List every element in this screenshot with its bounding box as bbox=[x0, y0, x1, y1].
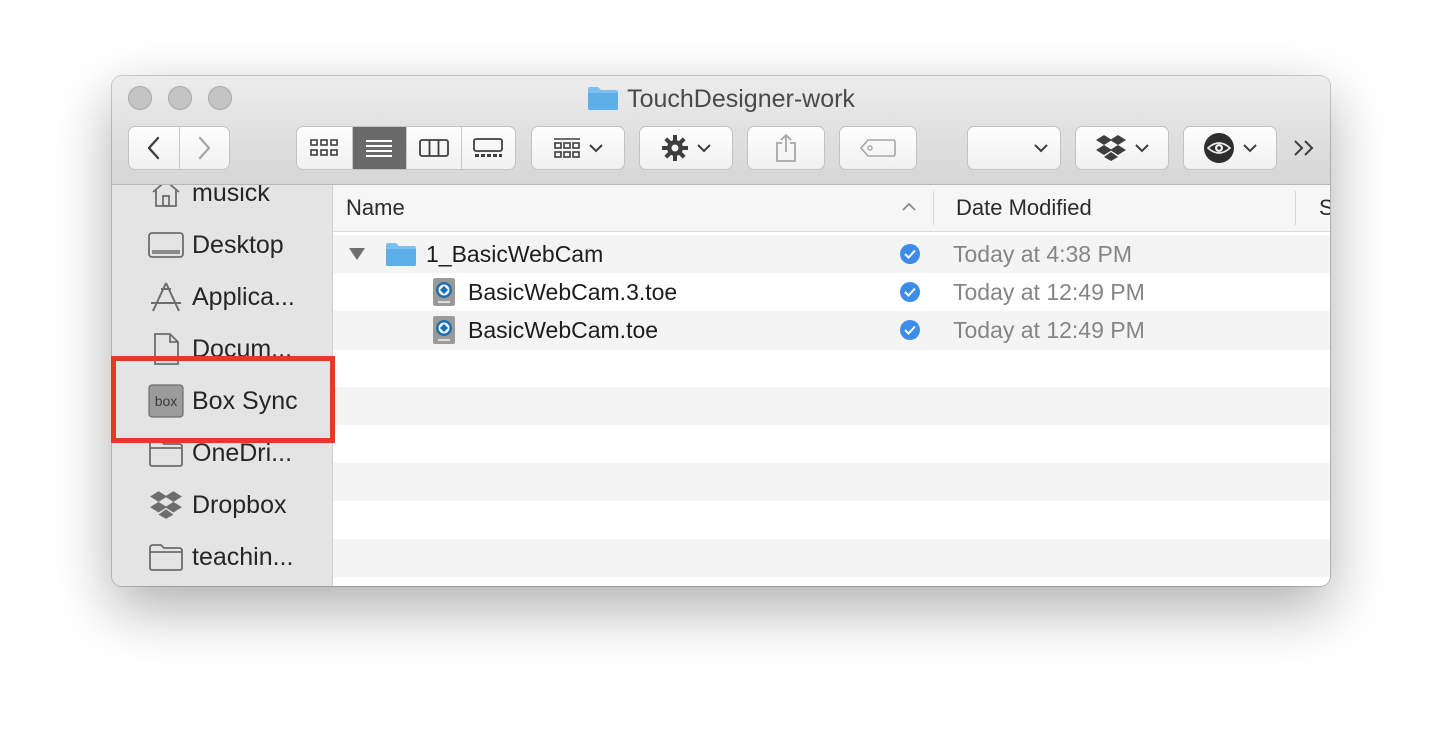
column-header: Name Date Modified S bbox=[333, 185, 1330, 232]
sidebar-item-teaching[interactable]: teachin... bbox=[148, 537, 293, 577]
sidebar-item-label: Dropbox bbox=[192, 490, 287, 519]
empty-row bbox=[333, 501, 1330, 539]
sync-check-icon bbox=[900, 244, 920, 264]
forward-button[interactable] bbox=[178, 127, 229, 169]
empty-row bbox=[333, 387, 1330, 425]
chevron-down-icon bbox=[1243, 144, 1257, 153]
sidebar-item-dropbox[interactable]: Dropbox bbox=[148, 485, 287, 525]
date-modified: Today at 4:38 PM bbox=[953, 241, 1132, 267]
column-size-header[interactable]: S bbox=[1319, 185, 1330, 231]
group-icon bbox=[554, 138, 580, 158]
empty-row bbox=[333, 349, 1330, 387]
group-by-button[interactable] bbox=[531, 126, 625, 170]
empty-dropdown[interactable] bbox=[967, 126, 1061, 170]
columns-icon bbox=[418, 139, 449, 157]
sort-ascending-icon bbox=[902, 202, 916, 211]
share-icon bbox=[776, 133, 796, 162]
icon-grid-icon bbox=[310, 139, 339, 156]
preview-extension-button[interactable] bbox=[1183, 126, 1277, 170]
chevron-down-icon bbox=[1034, 144, 1048, 153]
gear-icon bbox=[662, 135, 688, 161]
sidebar-item-label: OneDri... bbox=[192, 438, 293, 467]
toe-file-icon bbox=[433, 316, 455, 344]
dropbox-icon bbox=[1096, 135, 1126, 161]
sidebar-item-onedrive[interactable]: OneDri... bbox=[148, 433, 292, 473]
view-mode-control bbox=[296, 126, 516, 170]
home-icon bbox=[148, 185, 184, 211]
svg-text:box: box bbox=[155, 393, 178, 409]
action-menu-button[interactable] bbox=[639, 126, 733, 170]
sidebar-item-label: teachin... bbox=[192, 542, 294, 571]
date-modified: Today at 12:49 PM bbox=[953, 279, 1145, 305]
sync-check-icon bbox=[900, 320, 920, 340]
applications-icon bbox=[148, 279, 184, 315]
date-modified: Today at 12:49 PM bbox=[953, 317, 1145, 343]
gallery-icon bbox=[473, 138, 504, 157]
document-icon bbox=[148, 331, 184, 367]
chevron-down-icon bbox=[697, 144, 711, 153]
file-name: BasicWebCam.3.toe bbox=[468, 279, 678, 305]
sidebar-item-documents[interactable]: Docum... bbox=[148, 329, 292, 369]
empty-row bbox=[333, 539, 1330, 577]
double-chevron-right-icon bbox=[1294, 140, 1314, 156]
folder-icon bbox=[587, 85, 619, 118]
table-row[interactable]: BasicWebCam.toe Today at 12:49 PM bbox=[333, 311, 1330, 349]
sidebar-item-label: Docum... bbox=[192, 334, 293, 363]
tags-button[interactable] bbox=[839, 126, 917, 170]
list-view-button[interactable] bbox=[351, 127, 406, 169]
sidebar-item-applications[interactable]: Applica... bbox=[148, 277, 295, 317]
dropbox-button[interactable] bbox=[1075, 126, 1169, 170]
disclosure-triangle-icon[interactable] bbox=[348, 247, 366, 261]
window-title: TouchDesigner-work bbox=[627, 85, 855, 113]
sidebar-item-label: Box Sync bbox=[192, 386, 298, 415]
nav-buttons bbox=[128, 126, 230, 170]
table-row[interactable]: BasicWebCam.3.toe Today at 12:49 PM bbox=[333, 273, 1330, 311]
file-list: Name Date Modified S 1_BasicWebCam Today… bbox=[333, 185, 1330, 586]
column-date-header[interactable]: Date Modified bbox=[956, 185, 1092, 231]
sidebar-item-label: Desktop bbox=[192, 230, 284, 259]
gallery-view-button[interactable] bbox=[460, 127, 516, 169]
desktop-icon bbox=[148, 227, 184, 263]
window-title-area: TouchDesigner-work bbox=[112, 84, 1330, 118]
column-name-header[interactable]: Name bbox=[346, 185, 405, 231]
back-button[interactable] bbox=[129, 127, 179, 169]
chevron-right-icon bbox=[199, 136, 211, 160]
folder-icon bbox=[386, 243, 416, 266]
sidebar: musick Desktop Applica... Docum... box B… bbox=[112, 185, 333, 586]
sidebar-item-desktop[interactable]: Desktop bbox=[148, 225, 284, 265]
chevron-left-icon bbox=[147, 136, 160, 160]
icon-view-button[interactable] bbox=[297, 127, 352, 169]
file-name: BasicWebCam.toe bbox=[468, 317, 659, 343]
toolbar-overflow-button[interactable] bbox=[1290, 132, 1320, 164]
empty-row bbox=[333, 425, 1330, 463]
sidebar-item-label: Applica... bbox=[192, 282, 295, 311]
finder-window: TouchDesigner-work musick Desktop Applic… bbox=[112, 76, 1330, 586]
box-icon: box bbox=[148, 383, 184, 419]
toe-file-icon bbox=[433, 278, 455, 306]
dropbox-icon bbox=[148, 487, 184, 523]
toolbar: TouchDesigner-work bbox=[112, 76, 1330, 185]
sidebar-item-musick[interactable]: musick bbox=[148, 185, 270, 213]
chevron-down-icon bbox=[1135, 144, 1149, 153]
column-divider[interactable] bbox=[933, 191, 934, 225]
empty-row bbox=[333, 463, 1330, 501]
folder-icon bbox=[148, 435, 184, 471]
eye-icon bbox=[1204, 133, 1234, 163]
column-view-button[interactable] bbox=[406, 127, 461, 169]
sync-check-icon bbox=[900, 282, 920, 302]
column-divider[interactable] bbox=[1295, 191, 1296, 225]
share-button[interactable] bbox=[747, 126, 825, 170]
table-row[interactable]: 1_BasicWebCam Today at 4:38 PM bbox=[333, 235, 1330, 273]
tag-icon bbox=[860, 139, 896, 157]
sidebar-item-box-sync[interactable]: box Box Sync bbox=[148, 381, 298, 421]
folder-icon bbox=[148, 539, 184, 575]
sidebar-item-label: musick bbox=[192, 185, 270, 207]
file-name: 1_BasicWebCam bbox=[426, 241, 604, 267]
chevron-down-icon bbox=[589, 144, 603, 153]
list-icon bbox=[366, 140, 393, 157]
